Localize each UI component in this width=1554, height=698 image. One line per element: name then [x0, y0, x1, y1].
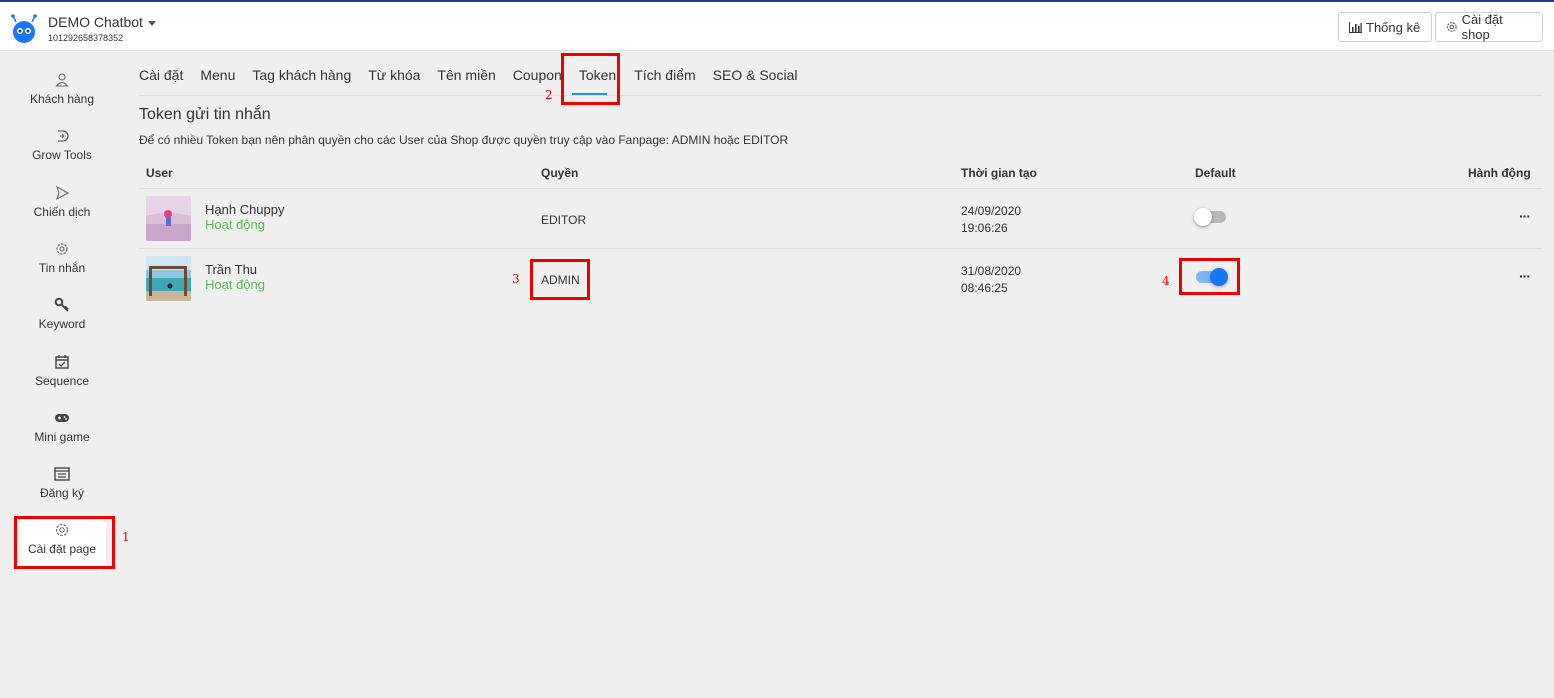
highlight-box-admin-role	[530, 259, 590, 300]
sidebar-item-grow-tools[interactable]: Grow Tools	[18, 128, 106, 178]
key-icon	[54, 297, 69, 312]
section-title: Token gửi tin nhắn	[139, 106, 271, 123]
grow-icon	[58, 130, 69, 142]
column-header-user: User	[146, 166, 173, 180]
sidebar-item-label: Sequence	[34, 374, 90, 388]
column-header-created: Thời gian tạo	[961, 166, 1037, 180]
role-value: EDITOR	[541, 213, 587, 227]
created-date: 24/09/2020	[961, 204, 1022, 218]
shop-id: 101292658378352	[48, 33, 124, 43]
user-name: Trần Thu	[205, 262, 258, 277]
shop-settings-button[interactable]: Cài đặt shop	[1435, 12, 1543, 42]
table-header-divider	[139, 188, 1542, 189]
sidebar: Khách hàng Grow Tools Chiến dịch Tin nhắ…	[0, 52, 124, 698]
default-toggle[interactable]	[1194, 208, 1226, 226]
sidebar-item-messages[interactable]: Tin nhắn	[18, 241, 106, 291]
tab-settings[interactable]: Cài đặt	[139, 67, 183, 83]
sidebar-item-label: Đăng ký	[39, 486, 85, 500]
row-divider	[139, 248, 1542, 249]
avatar	[146, 196, 191, 241]
column-header-actions: Hành động	[1468, 166, 1531, 180]
sidebar-item-customers[interactable]: Khách hàng	[18, 72, 106, 122]
created-time: 19:06:26	[961, 221, 1008, 235]
sidebar-item-registration[interactable]: Đăng ký	[18, 466, 106, 516]
sidebar-item-label: Keyword	[38, 317, 86, 331]
form-icon	[54, 467, 70, 481]
top-bar: DEMO Chatbot 101292658378352 Thống kê Cà…	[0, 0, 1554, 51]
gamepad-icon	[55, 414, 69, 422]
tab-domain[interactable]: Tên miền	[437, 67, 495, 83]
highlight-box-page-settings	[14, 516, 115, 569]
more-actions-icon[interactable]: ···	[1519, 208, 1531, 224]
brand-selector[interactable]: DEMO Chatbot	[48, 14, 156, 30]
sidebar-item-label: Tin nhắn	[38, 261, 86, 275]
calendar-check-icon	[55, 355, 69, 369]
annotation-number: 1	[122, 530, 130, 544]
created-date: 31/08/2020	[961, 264, 1022, 278]
sidebar-item-label: Chiến dịch	[33, 205, 91, 219]
highlight-box-default-toggle	[1179, 258, 1240, 295]
brand-name: DEMO Chatbot	[48, 14, 143, 30]
stats-button-label: Thống kê	[1366, 19, 1421, 35]
sidebar-item-campaigns[interactable]: Chiến dịch	[18, 185, 106, 235]
section-description: Để có nhiều Token bạn nên phân quyền cho…	[139, 133, 789, 147]
column-header-default: Default	[1195, 166, 1236, 180]
highlight-box-token-tab	[561, 53, 620, 105]
tabs-divider	[139, 95, 1542, 96]
tab-coupon[interactable]: Coupon	[513, 67, 562, 83]
tab-seo-social[interactable]: SEO & Social	[713, 67, 798, 83]
bot-logo-icon[interactable]	[10, 14, 38, 44]
annotation-number: 4	[1162, 274, 1170, 288]
settings-tabs: Cài đặt Menu Tag khách hàng Từ khóa Tên …	[139, 67, 815, 83]
sidebar-item-sequence[interactable]: Sequence	[18, 354, 106, 404]
toggle-knob	[1194, 208, 1212, 226]
tab-menu[interactable]: Menu	[200, 67, 235, 83]
tab-customer-tags[interactable]: Tag khách hàng	[252, 67, 351, 83]
send-icon	[56, 185, 70, 201]
shop-settings-label: Cài đặt shop	[1461, 12, 1503, 42]
user-status: Hoạt động	[205, 277, 265, 292]
sidebar-item-label: Mini game	[34, 430, 90, 444]
message-icon	[56, 243, 68, 255]
bar-chart-icon	[1349, 21, 1362, 33]
user-status: Hoạt động	[205, 217, 265, 232]
gear-icon	[1446, 22, 1457, 32]
stats-button[interactable]: Thống kê	[1338, 12, 1432, 42]
sidebar-item-keyword[interactable]: Keyword	[18, 297, 106, 347]
tab-keywords[interactable]: Từ khóa	[368, 67, 420, 83]
sidebar-item-label: Grow Tools	[32, 148, 92, 162]
column-header-role: Quyền	[541, 166, 579, 180]
sidebar-item-mini-game[interactable]: Mini game	[18, 410, 106, 460]
annotation-number: 2	[545, 88, 553, 102]
chevron-down-icon	[147, 20, 156, 26]
user-name: Hạnh Chuppy	[205, 202, 285, 217]
annotation-number: 3	[512, 272, 520, 286]
more-actions-icon[interactable]: ···	[1519, 268, 1531, 284]
avatar	[146, 256, 191, 301]
sidebar-item-label: Khách hàng	[29, 92, 95, 106]
created-time: 08:46:25	[961, 281, 1008, 295]
tab-points[interactable]: Tích điểm	[634, 67, 695, 83]
user-icon	[55, 73, 69, 87]
